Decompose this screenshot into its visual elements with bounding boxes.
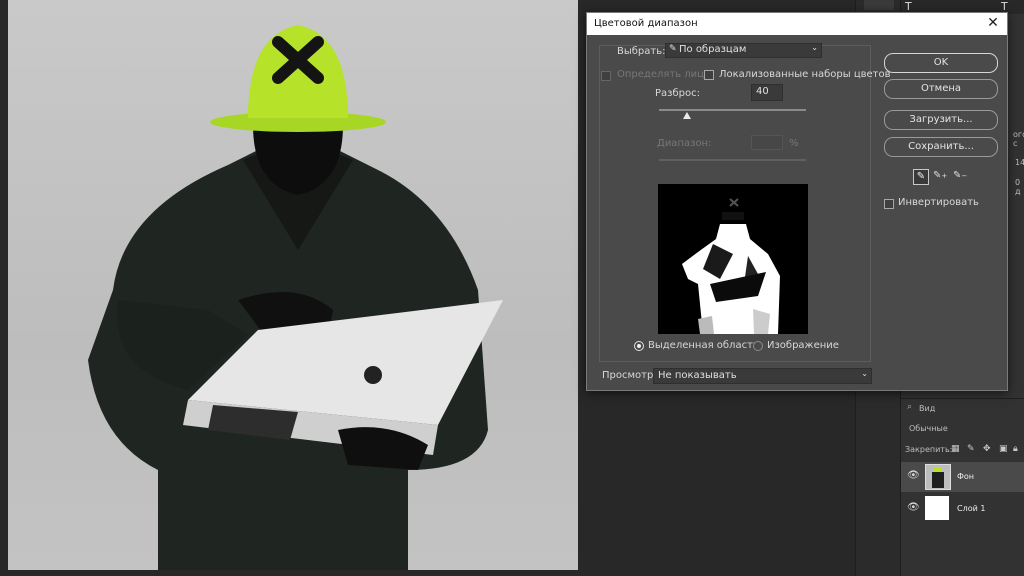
save-button[interactable]: Сохранить... [884,137,998,157]
layer-thumbnail [925,496,949,520]
preview-dropdown[interactable]: Не показывать ⌄ [653,368,872,384]
dock-tab[interactable] [864,0,894,10]
lock-move-icon[interactable]: ✥ [983,444,991,454]
range-label: Диапазон: [657,138,712,149]
chevron-down-icon: ⌄ [861,369,868,378]
fuzziness-slider-thumb[interactable] [682,112,691,119]
select-value: По образцам [679,44,747,55]
layer-name[interactable]: Слой 1 [957,504,985,513]
select-label: Выбрать: [617,46,666,57]
load-button[interactable]: Загрузить... [884,110,998,130]
invert-label: Инвертировать [898,197,979,208]
search-icon: ⌕ [907,402,913,412]
lock-row: Закрепить: ▦ ✎ ✥ ▣ 🔒︎ [901,442,1024,458]
eyedropper-subtract-icon[interactable]: ✎− [953,169,967,183]
tab-fragment: ого с [1013,130,1024,148]
radio-selection-label: Выделенная область [648,340,759,351]
radio-selection[interactable] [634,341,644,351]
range-input[interactable] [751,135,783,150]
visibility-eye-icon[interactable]: 👁︎ [907,502,920,513]
layer-row-layer1[interactable]: 👁︎ Слой 1 [901,494,1024,522]
eyedropper-small-icon: ✎ [669,44,677,54]
layer-row-background[interactable]: 👁︎ Фон [901,462,1024,492]
ok-button[interactable]: OK [884,53,998,73]
range-slider-track[interactable] [659,159,806,161]
detect-faces-label: Определять лица [617,69,711,80]
invert-checkbox[interactable] [884,199,894,209]
layers-search-bar[interactable]: ⌕ Вид [901,398,1024,419]
selection-preview[interactable] [658,184,808,334]
mask-preview-figure [682,198,780,334]
eyedropper-icon[interactable]: ✎ [913,169,929,185]
dialog-titlebar[interactable]: Цветовой диапазон ✕ [587,13,1007,35]
lock-artboard-icon[interactable]: ▣ [999,444,1008,454]
lock-pixels-icon[interactable]: ▦ [951,444,960,454]
fuzziness-input[interactable]: 40 [751,84,783,101]
preview-label: Просмотр: [602,370,657,381]
document-image[interactable] [8,0,578,570]
layer-name[interactable]: Фон [957,472,974,481]
color-range-dialog: Цветовой диапазон ✕ Выбрать: ✎ По образц… [586,12,1008,391]
eyedropper-add-icon[interactable]: ✎+ [933,169,947,183]
range-unit: % [789,138,799,149]
localized-sets-label: Локализованные наборы цветов [719,69,891,80]
canvas-area[interactable] [0,0,590,576]
lock-label: Закрепить: [905,445,953,454]
select-dropdown[interactable]: ✎ По образцам ⌄ [665,43,822,58]
visibility-eye-icon[interactable]: 👁︎ [907,470,920,481]
dialog-title: Цветовой диапазон [594,18,698,29]
radio-image-label: Изображение [767,340,839,351]
layers-search-input[interactable]: Вид [919,404,935,413]
chevron-down-icon: ⌄ [811,43,818,52]
close-icon[interactable]: ✕ [985,15,1001,31]
value-field-2[interactable]: 0 д [1015,178,1024,196]
detect-faces-checkbox[interactable] [601,71,611,81]
blend-mode-select[interactable]: Обычные [901,420,1024,438]
radio-image[interactable] [753,341,763,351]
workspace-background [590,390,855,576]
preview-value: Не показывать [658,370,737,381]
photo-figure [88,25,503,570]
value-field-1[interactable]: 14 [1015,158,1024,167]
layer-thumbnail [925,464,951,490]
fuzziness-value: 40 [756,86,769,97]
lock-paint-icon[interactable]: ✎ [967,444,975,454]
lock-all-icon[interactable]: 🔒︎ [1013,444,1018,454]
cancel-button[interactable]: Отмена [884,79,998,99]
localized-sets-checkbox[interactable] [704,70,714,80]
fuzziness-slider-track[interactable] [659,109,806,111]
fuzziness-label: Разброс: [655,88,700,99]
blend-mode-value: Обычные [909,424,948,433]
